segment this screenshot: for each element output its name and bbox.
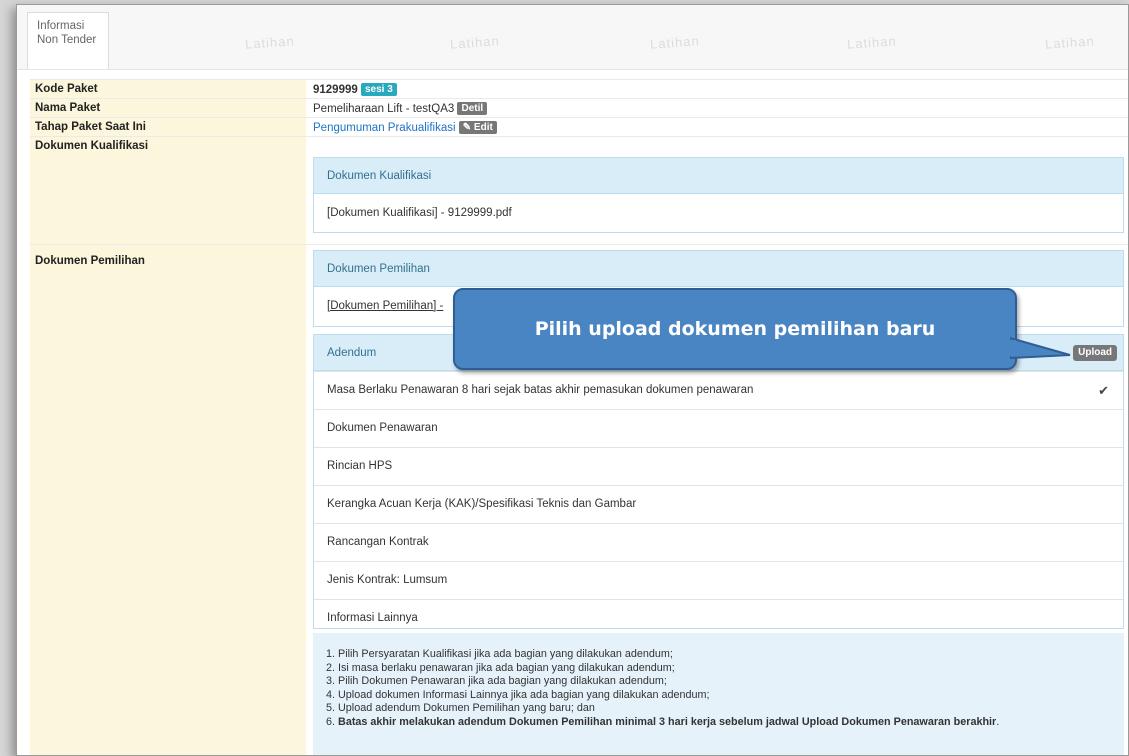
- adendum-item-label: Dokumen Penawaran: [327, 422, 438, 434]
- page-frame: Informasi Non Tender Latihan Latihan Lat…: [16, 4, 1129, 756]
- notes-list: 1. Pilih Persyaratan Kualifikasi jika ad…: [326, 648, 1124, 716]
- watermark: Latihan: [649, 33, 701, 52]
- watermark: Latihan: [846, 33, 898, 52]
- note-item: 2. Isi masa berlaku penawaran jika ada b…: [326, 661, 675, 674]
- kualifikasi-panel-title: Dokumen Kualifikasi: [314, 158, 1123, 194]
- note6-bold: Batas akhir melakukan adendum Dokumen Pe…: [338, 715, 997, 728]
- sesi-badge: sesi 3: [360, 83, 397, 96]
- adendum-list: Masa Berlaku Penawaran 8 hari sejak bata…: [314, 371, 1123, 637]
- adendum-item-label: Informasi Lainnya: [327, 612, 418, 624]
- label-dokumen-kualifikasi: Dokumen Kualifikasi: [30, 137, 306, 245]
- tab-label-line1: Informasi: [37, 20, 85, 32]
- label-tahap-paket: Tahap Paket Saat Ini: [30, 118, 306, 137]
- notes-panel: 1. Pilih Persyaratan Kualifikasi jika ad…: [313, 633, 1124, 755]
- adendum-item[interactable]: Informasi Lainnya: [314, 599, 1123, 637]
- row-nama-paket: Nama Paket Pemeliharaan Lift - testQA3 D…: [30, 98, 1128, 118]
- adendum-panel: Adendum Upload Masa Berlaku Penawaran 8 …: [313, 334, 1124, 629]
- adendum-item[interactable]: Dokumen Penawaran: [314, 409, 1123, 447]
- value-nama-paket: Pemeliharaan Lift - testQA3 Detil: [313, 102, 488, 115]
- label-nama-paket: Nama Paket: [30, 99, 306, 118]
- adendum-item-label: Rancangan Kontrak: [327, 536, 429, 548]
- tahap-paket-link[interactable]: Pengumuman Prakualifikasi: [313, 122, 456, 134]
- value-tahap-paket: Pengumuman Prakualifikasi ✎ Edit: [313, 121, 497, 134]
- callout-annotation: Pilih upload dokumen pemilihan baru: [453, 288, 1017, 370]
- adendum-item[interactable]: Masa Berlaku Penawaran 8 hari sejak bata…: [314, 371, 1123, 409]
- kualifikasi-panel: Dokumen Kualifikasi [Dokumen Kualifikasi…: [313, 157, 1124, 233]
- kualifikasi-file[interactable]: [Dokumen Kualifikasi] - 9129999.pdf: [314, 194, 1123, 233]
- adendum-item[interactable]: Jenis Kontrak: Lumsum: [314, 561, 1123, 599]
- row-kode-paket: Kode Paket 9129999 sesi 3: [30, 79, 1128, 99]
- note-item: 1. Pilih Persyaratan Kualifikasi jika ad…: [326, 648, 673, 660]
- adendum-item[interactable]: Kerangka Acuan Kerja (KAK)/Spesifikasi T…: [314, 485, 1123, 523]
- check-icon: ✔: [1098, 383, 1109, 398]
- note6-suffix: .: [996, 715, 1000, 728]
- adendum-item-label: Rincian HPS: [327, 460, 393, 472]
- note-item: 5. Upload adendum Dokumen Pemilihan yang…: [326, 702, 595, 715]
- tab-label-line2: Non Tender: [37, 34, 97, 46]
- note-item: 4. Upload dokumen Informasi Lainnya jika…: [326, 688, 710, 701]
- note6-prefix: 6.: [326, 715, 339, 728]
- tab-bar: Informasi Non Tender Latihan Latihan Lat…: [17, 5, 1128, 70]
- kode-paket-number: 9129999: [313, 84, 358, 96]
- note-item: 6. Batas akhir melakukan adendum Dokumen…: [326, 716, 1124, 730]
- adendum-item[interactable]: Rancangan Kontrak: [314, 523, 1123, 561]
- nama-paket-text: Pemeliharaan Lift - testQA3: [313, 103, 455, 115]
- adendum-item-label: Jenis Kontrak: Lumsum: [327, 574, 448, 586]
- adendum-item-label: Kerangka Acuan Kerja (KAK)/Spesifikasi T…: [327, 498, 637, 510]
- note-item: 3. Pilih Dokumen Penawaran jika ada bagi…: [326, 675, 667, 688]
- watermark: Latihan: [449, 33, 501, 52]
- detil-button[interactable]: Detil: [457, 102, 488, 115]
- edit-icon: ✎: [462, 122, 472, 133]
- edit-label: Edit: [473, 122, 493, 133]
- pemilihan-file-text: [Dokumen Pemilihan] -: [327, 300, 444, 312]
- label-kode-paket: Kode Paket: [30, 80, 306, 99]
- row-tahap-paket: Tahap Paket Saat Ini Pengumuman Prakuali…: [30, 117, 1128, 137]
- pemilihan-panel-title: Dokumen Pemilihan: [314, 251, 1123, 287]
- value-kode-paket: 9129999 sesi 3: [313, 83, 397, 96]
- tab-informasi-non-tender[interactable]: Informasi Non Tender: [27, 12, 109, 69]
- callout-tail: [1010, 336, 1071, 360]
- watermark: Latihan: [1044, 33, 1096, 52]
- adendum-title: Adendum: [327, 347, 377, 359]
- edit-button[interactable]: ✎ Edit: [458, 121, 497, 134]
- label-dokumen-pemilihan: Dokumen Pemilihan: [30, 245, 306, 755]
- watermark: Latihan: [244, 33, 296, 52]
- adendum-item[interactable]: Rincian HPS: [314, 447, 1123, 485]
- adendum-item-label: Masa Berlaku Penawaran 8 hari sejak bata…: [327, 384, 754, 396]
